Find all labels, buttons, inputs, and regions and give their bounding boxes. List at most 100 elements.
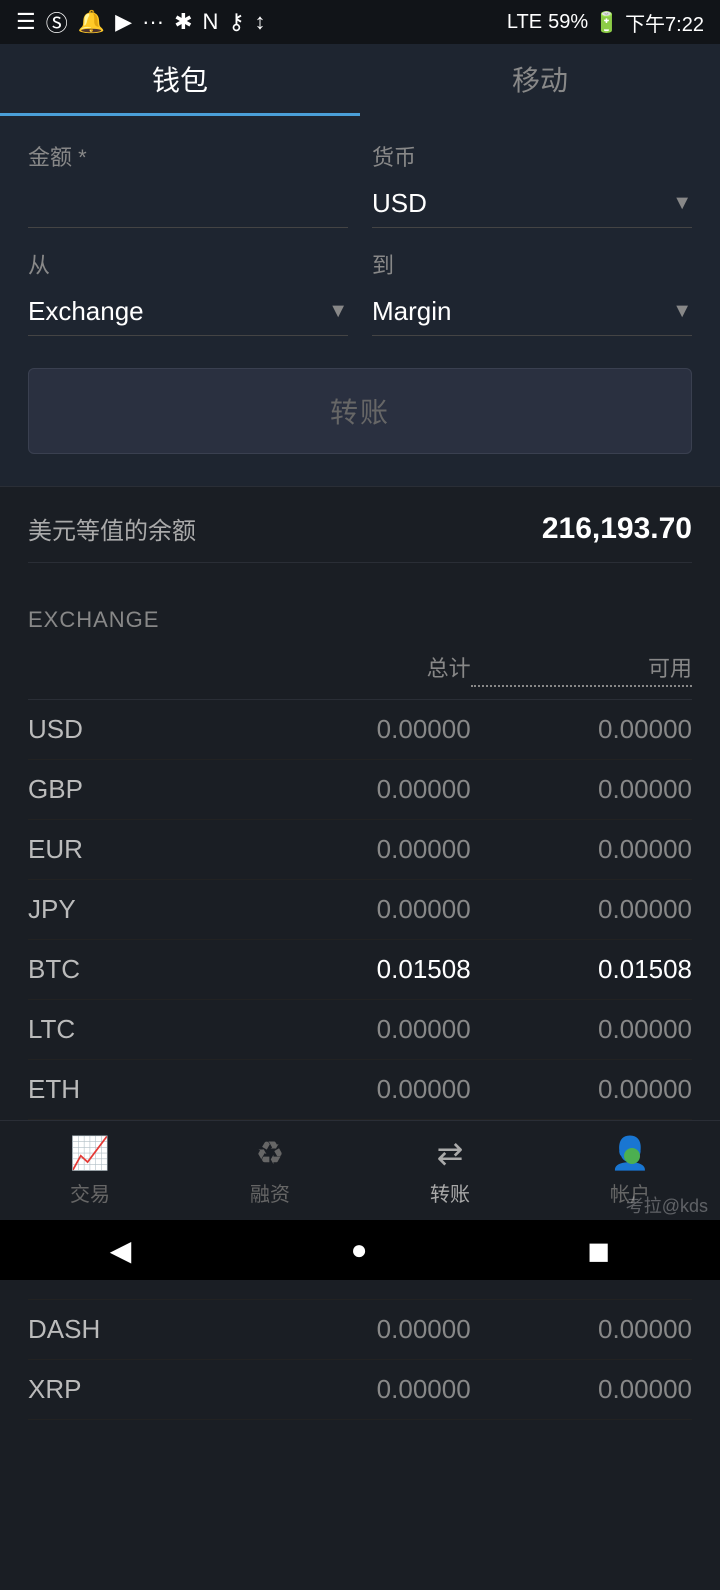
row-available-value: 0.00000 xyxy=(471,894,692,925)
balance-label: 美元等值的余额 xyxy=(28,511,196,546)
play-icon: ▶ xyxy=(115,9,132,35)
from-arrow-icon: ▼ xyxy=(328,300,348,323)
row-available-value: 0.00000 xyxy=(471,774,692,805)
transfer-button[interactable]: 转账 xyxy=(28,368,692,454)
currency-group: 货币 USD ▼ xyxy=(372,140,692,228)
from-value: Exchange xyxy=(28,296,328,327)
table-row: DASH0.000000.00000 xyxy=(28,1300,692,1360)
to-label: 到 xyxy=(372,248,692,280)
bottom-nav: 📈 交易 ♻ 融资 ⇄ 转账 👤 帐户 xyxy=(0,1120,720,1220)
trade-icon: 📈 xyxy=(70,1134,110,1172)
row-total-value: 0.00000 xyxy=(249,834,470,865)
table-row: EUR0.000000.00000 xyxy=(28,820,692,880)
key-icon: ⚷ xyxy=(228,9,244,35)
nfc-icon: N xyxy=(203,9,219,35)
row-currency-name: DASH xyxy=(28,1314,249,1345)
row-total-value: 0.00000 xyxy=(249,714,470,745)
status-right-info: LTE 59% 🔋 下午7:22 xyxy=(507,8,704,37)
row-available-value: 0.00000 xyxy=(471,1014,692,1045)
row-available-value: 0.00000 xyxy=(471,1314,692,1345)
table-header: 总计 可用 xyxy=(28,639,692,700)
table-row: XRP0.000000.00000 xyxy=(28,1360,692,1420)
to-select[interactable]: Margin ▼ xyxy=(372,288,692,336)
watermark: 考拉@kds xyxy=(626,1192,708,1218)
balance-row: 美元等值的余额 216,193.70 xyxy=(28,511,692,563)
bt-icon: ✱ xyxy=(174,9,192,35)
tab-bar: 钱包 移动 xyxy=(0,44,720,116)
tab-move[interactable]: 移动 xyxy=(360,44,720,116)
battery-label: 59% xyxy=(548,11,588,34)
s-icon: Ⓢ xyxy=(46,6,68,38)
bell-icon: 🔔 xyxy=(78,9,105,35)
status-bar: ☰ Ⓢ 🔔 ▶ ··· ✱ N ⚷ ↕ LTE 59% 🔋 下午7:22 xyxy=(0,0,720,44)
row-total-value: 0.00000 xyxy=(249,774,470,805)
row-currency-name: EUR xyxy=(28,834,249,865)
nav-trade-label: 交易 xyxy=(70,1178,110,1207)
row-currency-name: BTC xyxy=(28,954,249,985)
from-select[interactable]: Exchange ▼ xyxy=(28,288,348,336)
tab-wallet-label: 钱包 xyxy=(152,59,208,99)
to-value: Margin xyxy=(372,296,672,327)
col-total-header: 总计 xyxy=(249,651,470,687)
balance-value: 216,193.70 xyxy=(542,512,692,546)
menu-icon: ☰ xyxy=(16,9,36,35)
recents-button[interactable]: ◼ xyxy=(587,1234,610,1267)
back-button[interactable]: ◀ xyxy=(110,1234,132,1267)
finance-icon: ♻ xyxy=(256,1134,285,1172)
row-total-value: 0.00000 xyxy=(249,894,470,925)
balance-section: 美元等值的余额 216,193.70 xyxy=(0,486,720,579)
row-total-value: 0.00000 xyxy=(249,1014,470,1045)
currency-select[interactable]: USD ▼ xyxy=(372,180,692,228)
row-currency-name: ETH xyxy=(28,1074,249,1105)
amount-label: 金额 * xyxy=(28,140,348,172)
tab-wallet[interactable]: 钱包 xyxy=(0,44,360,116)
to-arrow-icon: ▼ xyxy=(672,300,692,323)
amount-group: 金额 * xyxy=(28,140,348,228)
from-group: 从 Exchange ▼ xyxy=(28,248,348,336)
transfer-form: 金额 * 货币 USD ▼ 从 Exchange ▼ 到 Margin ▼ xyxy=(0,116,720,486)
account-wrapper: 👤 xyxy=(610,1134,650,1172)
row-currency-name: XRP xyxy=(28,1374,249,1405)
home-button[interactable]: ● xyxy=(351,1234,368,1266)
nav-finance-label: 融资 xyxy=(250,1178,290,1207)
battery-icon: 🔋 xyxy=(594,10,619,35)
row-total-value: 0.00000 xyxy=(249,1374,470,1405)
currency-label: 货币 xyxy=(372,140,692,172)
row-available-value: 0.01508 xyxy=(471,954,692,985)
account-online-dot xyxy=(624,1148,640,1164)
table-row: BTC0.015080.01508 xyxy=(28,940,692,1000)
nav-trade[interactable]: 📈 交易 xyxy=(0,1134,180,1207)
row-currency-name: LTC xyxy=(28,1014,249,1045)
table-row: LTC0.000000.00000 xyxy=(28,1000,692,1060)
nav-transfer-label: 转账 xyxy=(430,1178,470,1207)
row-total-value: 0.00000 xyxy=(249,1314,470,1345)
currency-value: USD xyxy=(372,188,672,219)
amount-input[interactable] xyxy=(28,180,348,228)
row-available-value: 0.00000 xyxy=(471,1374,692,1405)
time-label: 下午7:22 xyxy=(625,8,704,37)
tab-move-label: 移动 xyxy=(512,59,568,99)
table-row: JPY0.000000.00000 xyxy=(28,880,692,940)
transfer-icon: ⇄ xyxy=(437,1134,464,1172)
section-label: EXCHANGE xyxy=(28,595,692,639)
more-icon: ··· xyxy=(142,9,164,35)
table-rows-container: USD0.000000.00000GBP0.000000.00000EUR0.0… xyxy=(28,700,692,1420)
table-row: USD0.000000.00000 xyxy=(28,700,692,760)
to-group: 到 Margin ▼ xyxy=(372,248,692,336)
table-row: GBP0.000000.00000 xyxy=(28,760,692,820)
android-nav-bar: ◀ ● ◼ xyxy=(0,1220,720,1280)
lte-label: LTE xyxy=(507,11,542,34)
exchange-table: EXCHANGE 总计 可用 USD0.000000.00000GBP0.000… xyxy=(0,579,720,1420)
row-currency-name: GBP xyxy=(28,774,249,805)
row-available-value: 0.00000 xyxy=(471,1074,692,1105)
col-avail-header: 可用 xyxy=(471,651,692,687)
row-available-value: 0.00000 xyxy=(471,834,692,865)
row-currency-name: JPY xyxy=(28,894,249,925)
currency-arrow-icon: ▼ xyxy=(672,192,692,215)
status-left-icons: ☰ Ⓢ 🔔 ▶ ··· ✱ N ⚷ ↕ xyxy=(16,6,266,38)
row-currency-name: USD xyxy=(28,714,249,745)
col-name-header xyxy=(28,651,249,687)
row-available-value: 0.00000 xyxy=(471,714,692,745)
nav-transfer[interactable]: ⇄ 转账 xyxy=(360,1134,540,1207)
nav-finance[interactable]: ♻ 融资 xyxy=(180,1134,360,1207)
